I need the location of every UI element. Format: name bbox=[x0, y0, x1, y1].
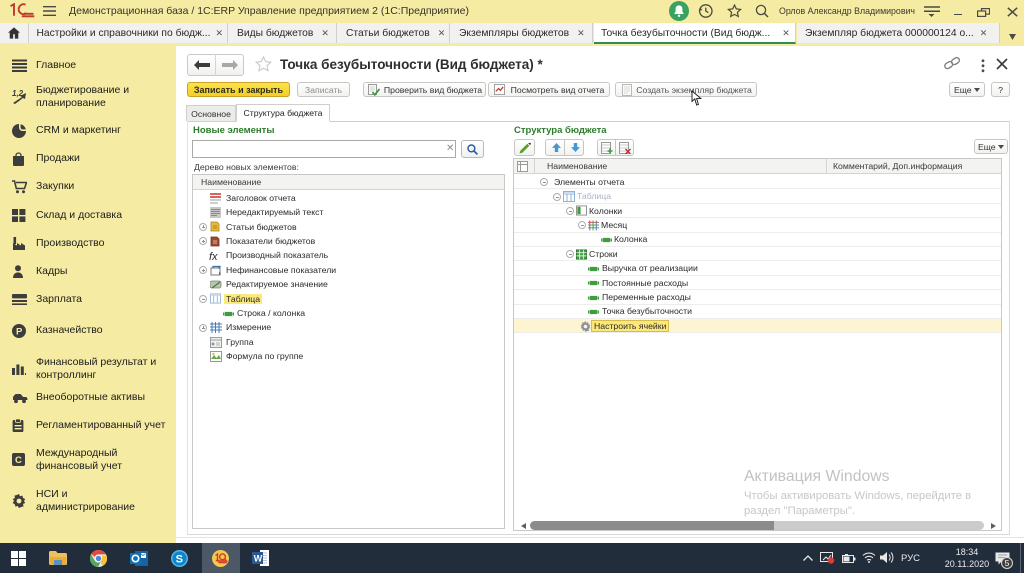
svg-text:W: W bbox=[254, 554, 263, 564]
svg-text:C: C bbox=[15, 455, 22, 466]
svg-text:P: P bbox=[16, 326, 23, 337]
svg-text:fx: fx bbox=[209, 251, 218, 262]
svg-text:S: S bbox=[176, 554, 183, 566]
